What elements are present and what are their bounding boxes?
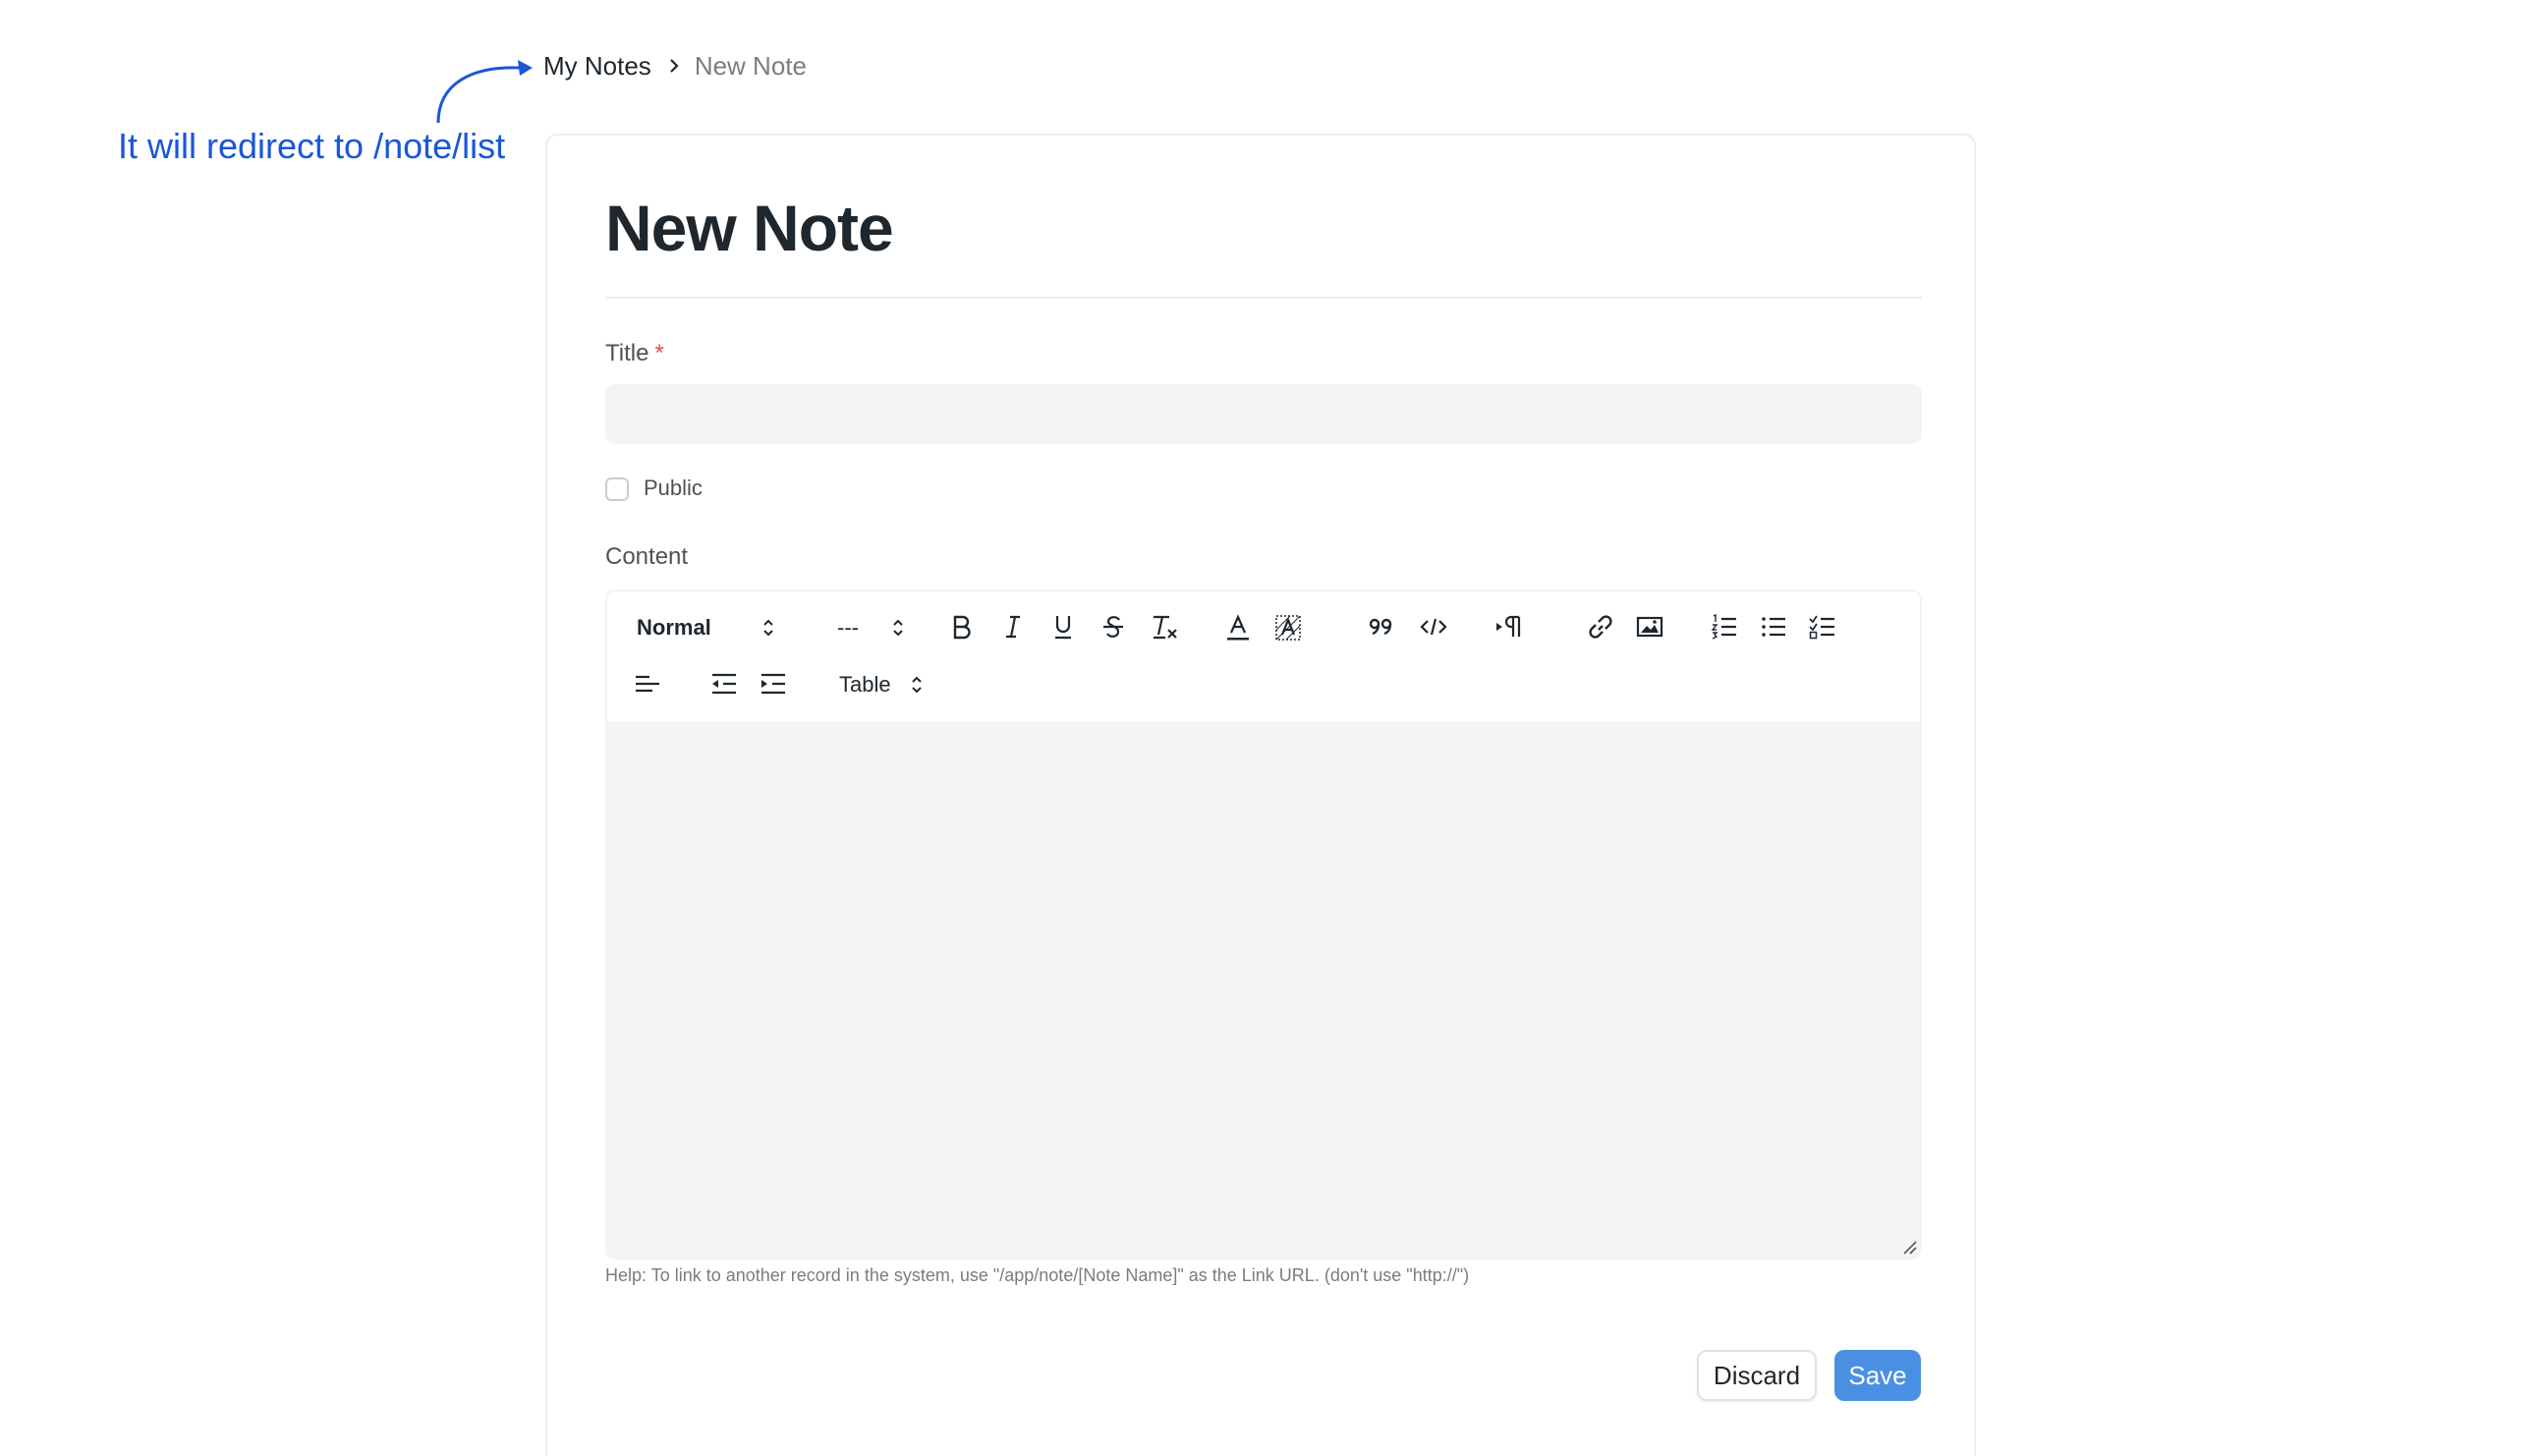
- underline-icon: [1055, 616, 1071, 640]
- resize-handle-icon[interactable]: [1900, 1238, 1918, 1256]
- help-text: Help: To link to another record in the s…: [605, 1265, 1470, 1285]
- outdent-button[interactable]: [709, 670, 739, 698]
- editor-toolbar: Normal --- Table: [605, 589, 1922, 721]
- strikethrough-button[interactable]: [1100, 613, 1126, 641]
- align-left-button[interactable]: [633, 670, 662, 698]
- code-block-icon: [1420, 618, 1447, 636]
- bold-button[interactable]: [949, 613, 975, 641]
- block-format-select[interactable]: Normal: [637, 613, 774, 643]
- code-block-button[interactable]: [1419, 615, 1448, 639]
- content-label: Content: [605, 543, 689, 570]
- clear-format-button[interactable]: [1150, 613, 1179, 641]
- align-left-icon: [636, 675, 659, 693]
- background-color-button[interactable]: [1273, 613, 1303, 643]
- indent-icon: [761, 673, 785, 695]
- blockquote-icon: [1370, 618, 1392, 636]
- checklist-icon: [1809, 615, 1834, 640]
- chevron-updown-icon: [893, 619, 903, 637]
- ordered-list-button[interactable]: [1710, 613, 1739, 641]
- blockquote-button[interactable]: [1370, 615, 1397, 639]
- block-format-value: Normal: [637, 615, 711, 640]
- chevron-updown-icon: [763, 619, 773, 637]
- required-marker: *: [654, 340, 664, 366]
- indent-button[interactable]: [759, 670, 788, 698]
- breadcrumb-my-notes[interactable]: My Notes: [543, 51, 651, 82]
- bullet-list-icon: [1762, 617, 1785, 637]
- annotation-arrow-icon: [436, 60, 533, 124]
- image-button[interactable]: [1635, 613, 1664, 641]
- ordered-list-icon: [1711, 613, 1736, 640]
- link-icon: [1589, 615, 1612, 639]
- text-direction-button[interactable]: [1493, 613, 1525, 641]
- font-size-value: ---: [837, 615, 859, 640]
- divider: [605, 297, 1922, 299]
- background-color-icon: [1275, 615, 1301, 641]
- bullet-list-button[interactable]: [1759, 613, 1788, 641]
- font-size-select[interactable]: ---: [837, 613, 904, 643]
- chevron-right-icon: [667, 57, 681, 75]
- public-label[interactable]: Public: [644, 476, 703, 501]
- title-label: Title *: [605, 340, 664, 367]
- image-icon: [1636, 616, 1663, 638]
- text-direction-icon: [1496, 615, 1521, 637]
- breadcrumb: My Notes New Note: [543, 49, 807, 83]
- font-color-button[interactable]: [1224, 613, 1252, 643]
- title-input[interactable]: [605, 384, 1922, 444]
- checklist-button[interactable]: [1808, 613, 1837, 641]
- page-title: New Note: [605, 192, 894, 264]
- discard-button[interactable]: Discard: [1697, 1350, 1817, 1401]
- outdent-icon: [712, 673, 736, 695]
- link-button[interactable]: [1586, 613, 1615, 641]
- font-color-icon: [1227, 614, 1249, 641]
- chevron-updown-icon: [911, 676, 922, 694]
- annotation-note: It will redirect to /note/list: [118, 126, 506, 166]
- bold-icon: [953, 615, 971, 640]
- breadcrumb-current: New Note: [694, 50, 807, 81]
- table-label: Table: [839, 672, 891, 697]
- italic-button[interactable]: [1000, 613, 1026, 641]
- clear-format-icon: [1154, 615, 1177, 640]
- table-select[interactable]: Table: [839, 670, 923, 700]
- title-label-text: Title: [605, 340, 649, 366]
- form-card: New Note Title * Public Content Normal --…: [545, 134, 1976, 1456]
- strikethrough-icon: [1103, 616, 1123, 638]
- save-button[interactable]: Save: [1834, 1350, 1921, 1401]
- content-editor[interactable]: [605, 721, 1922, 1260]
- italic-icon: [1006, 615, 1020, 639]
- public-checkbox[interactable]: [605, 477, 629, 501]
- underline-button[interactable]: [1050, 613, 1076, 641]
